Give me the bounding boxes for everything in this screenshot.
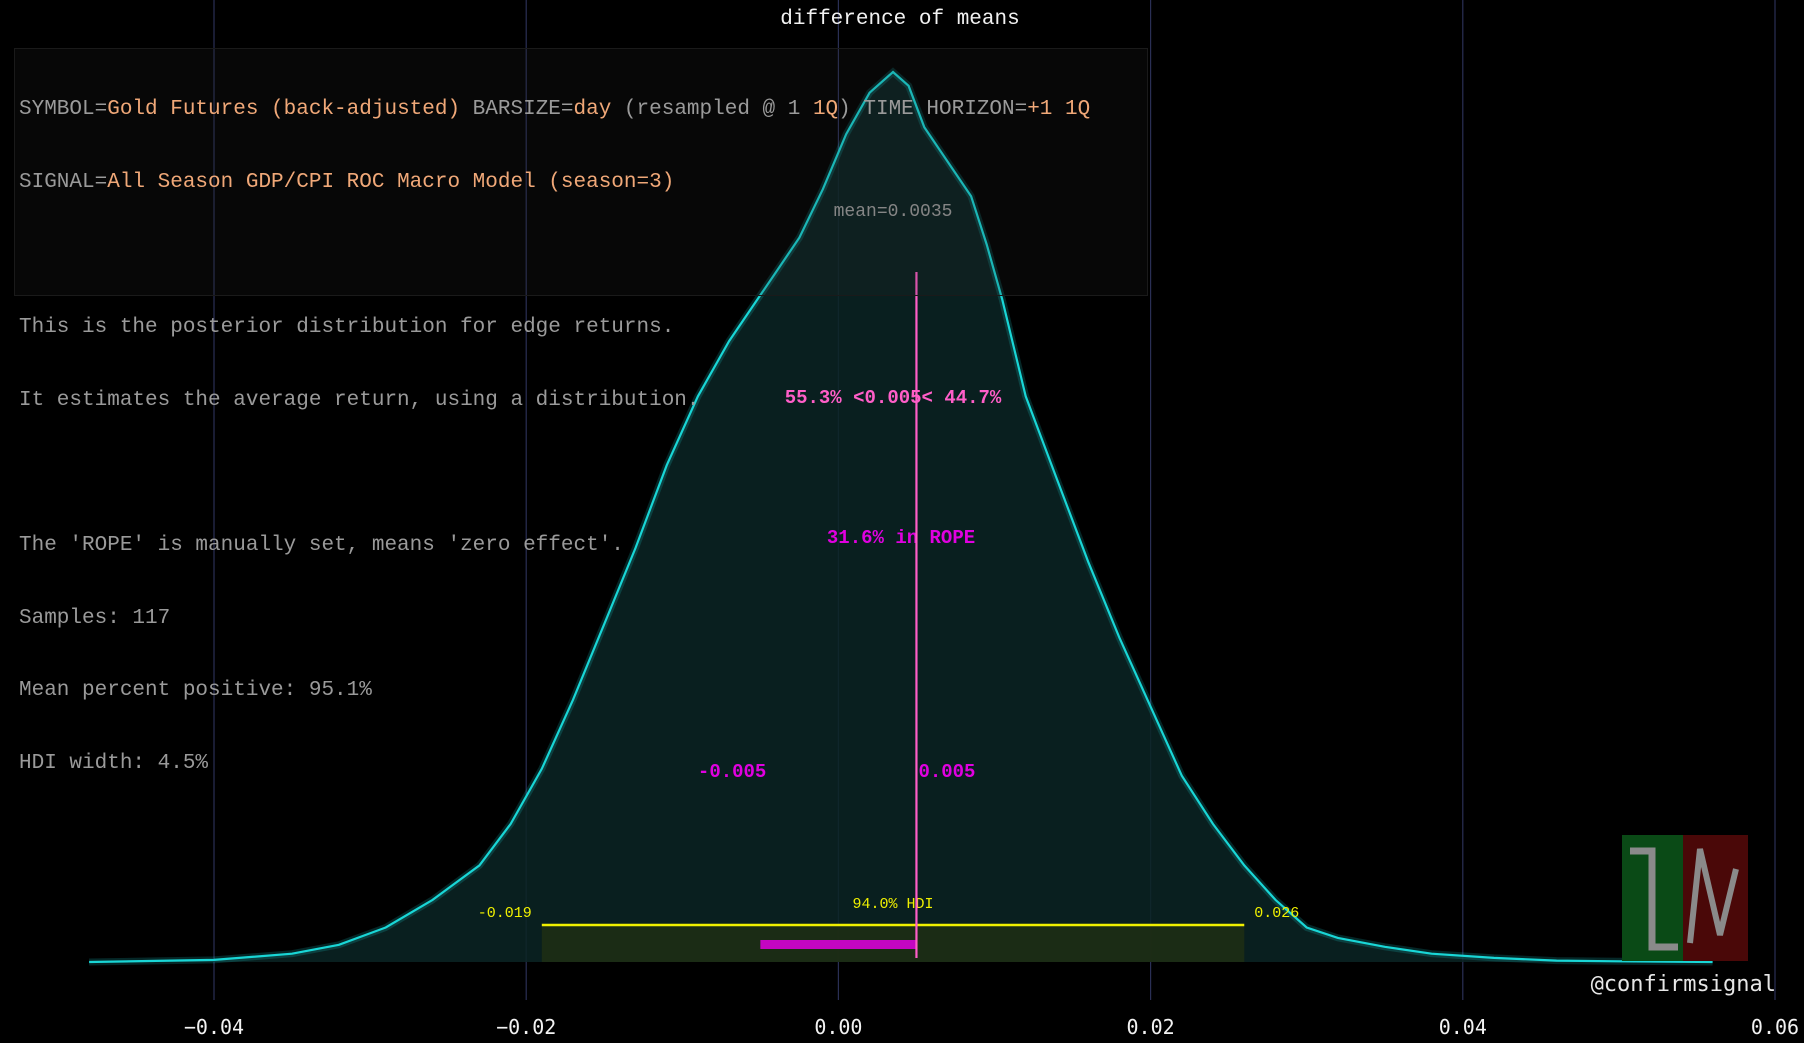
brand-logo <box>1622 835 1748 961</box>
hdi-upper-label: 0.026 <box>1254 905 1299 922</box>
resample-text: (resampled @ 1 <box>611 98 813 122</box>
x-tick-label: −0.02 <box>496 1015 556 1039</box>
signal-key: SIGNAL= <box>19 171 108 194</box>
info-line-symbol: SYMBOL=Gold Futures (back-adjusted) BARS… <box>19 98 1090 122</box>
resample-value: 1Q <box>812 98 839 122</box>
symbol-value: Gold Futures (back-adjusted) <box>107 98 461 122</box>
hdi-lower-label: -0.019 <box>478 905 532 922</box>
info-line-samples: Samples: 117 <box>19 606 171 630</box>
symbol-key: SYMBOL= <box>19 98 108 122</box>
horizon-value: +1 1Q <box>1027 98 1091 122</box>
x-tick-label: −0.04 <box>184 1015 244 1039</box>
info-line-desc1: This is the posterior distribution for e… <box>19 316 675 340</box>
watermark: @confirmsignal <box>1590 972 1776 997</box>
info-line-signal: SIGNAL=All Season GDP/CPI ROC Macro Mode… <box>19 171 1090 195</box>
info-text-block: SYMBOL=Gold Futures (back-adjusted) BARS… <box>19 50 1090 800</box>
barsize-value: day <box>573 98 612 122</box>
horizon-key: ) TIME HORIZON= <box>838 98 1028 122</box>
chart-title: difference of means <box>780 8 1019 31</box>
rope-bar <box>760 940 917 949</box>
info-line-mean-positive: Mean percent positive: 95.1% <box>19 679 372 703</box>
x-tick-label: 0.00 <box>814 1015 862 1039</box>
x-tick-label: 0.02 <box>1127 1015 1175 1039</box>
info-line-rope-note: The 'ROPE' is manually set, means 'zero … <box>19 533 624 557</box>
barsize-key: BARSIZE= <box>460 98 574 122</box>
x-axis-ticks: −0.04 −0.02 0.00 0.02 0.04 0.06 <box>184 1015 1799 1039</box>
hdi-text: 94.0% HDI <box>853 896 934 913</box>
info-line-hdi-width: HDI width: 4.5% <box>19 751 209 775</box>
x-tick-label: 0.06 <box>1751 1015 1799 1039</box>
signal-value: All Season GDP/CPI ROC Macro Model (seas… <box>107 171 675 194</box>
info-line-desc2: It estimates the average return, using a… <box>19 388 700 412</box>
x-tick-label: 0.04 <box>1439 1015 1487 1039</box>
